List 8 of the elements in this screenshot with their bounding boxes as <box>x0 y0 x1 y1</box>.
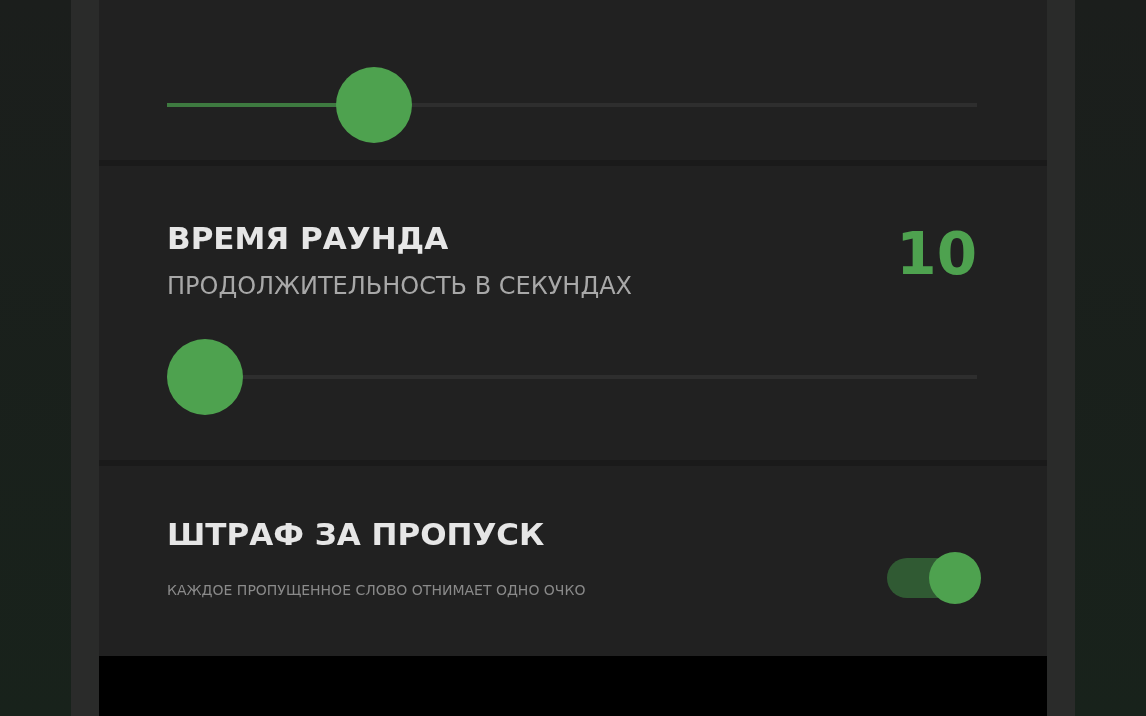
slider[interactable] <box>167 339 977 415</box>
setting-description: ПРОДОЛЖИТЕЛЬНОСТЬ В СЕКУНДАХ <box>167 271 633 302</box>
toggle-switch[interactable] <box>885 552 981 604</box>
setting-description: КАЖДОЕ ПРОПУЩЕННОЕ СЛОВО ОТНИМАЕТ ОДНО ОЧКО <box>167 581 586 600</box>
setting-value: 10 <box>896 222 977 286</box>
setting-title: ВРЕМЯ РАУНДА <box>167 219 450 258</box>
setting-title: ШТРАФ ЗА ПРОПУСК <box>167 515 546 554</box>
slider[interactable] <box>167 67 977 143</box>
